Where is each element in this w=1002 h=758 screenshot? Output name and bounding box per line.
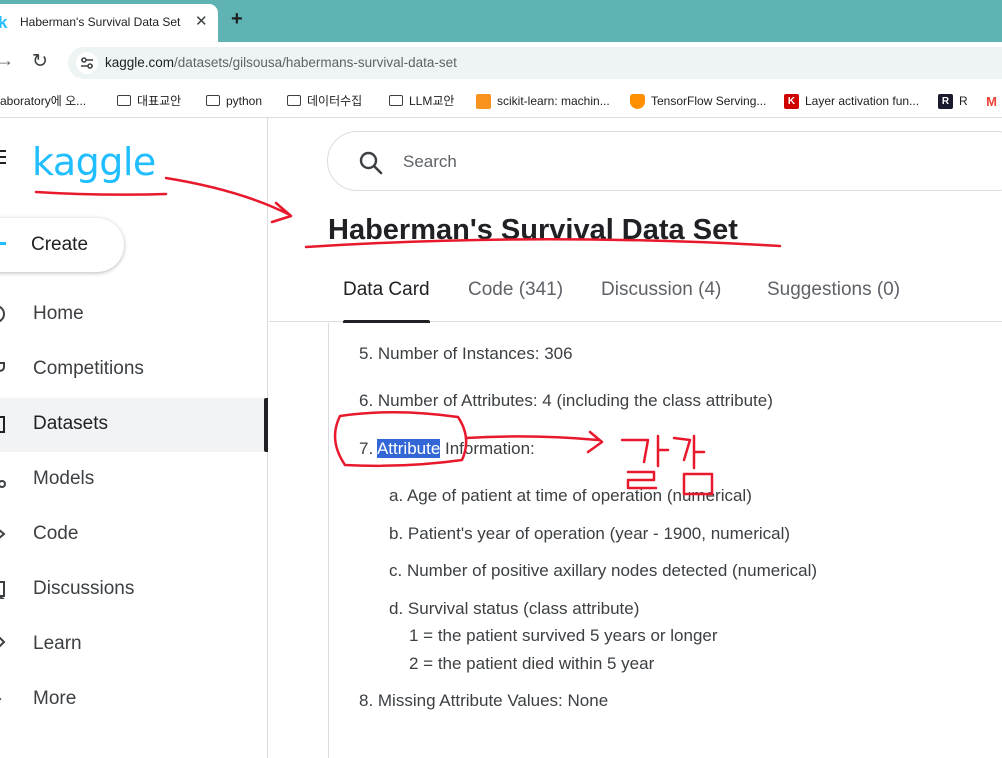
bookmark-tensorflow[interactable]: TensorFlow Serving... xyxy=(630,92,766,110)
sidebar-item-label: Datasets xyxy=(33,413,108,434)
sidebar-item-label: Home xyxy=(33,303,84,324)
bookmark-keras[interactable]: K Layer activation fun... xyxy=(784,92,919,110)
list-item-number: 7. xyxy=(359,439,377,458)
bookmark-label: LLM교안 xyxy=(409,94,455,108)
reload-icon[interactable]: ↻ xyxy=(32,50,48,73)
bookmark-label: Layer activation fun... xyxy=(805,94,920,108)
kaggle-logo[interactable]: kaggle xyxy=(32,140,156,184)
r-icon: R xyxy=(938,94,953,110)
list-item: 5. Number of Instances: 306 xyxy=(359,344,573,363)
site-info-icon[interactable] xyxy=(76,52,98,74)
browser-toolbar: → ↻ kaggle.com/datasets/gilsousa/haberma… xyxy=(0,42,1002,84)
sidebar-item-label: Competitions xyxy=(33,358,144,379)
keras-icon: K xyxy=(784,94,799,110)
sidebar-item-competitions[interactable]: Competitions xyxy=(0,343,268,397)
list-item-text: Information: xyxy=(440,439,535,458)
bookmark-r[interactable]: RR xyxy=(938,92,968,110)
list-item: d. Survival status (class attribute) xyxy=(389,599,640,618)
sidebar-item-label: Learn xyxy=(33,633,82,654)
data-card-content: 5. Number of Instances: 306 6. Number of… xyxy=(328,323,1002,758)
bookmark-label: aboratory에 오... xyxy=(0,94,87,108)
folder-icon xyxy=(206,95,220,107)
bookmark-laboratory[interactable]: aboratory에 오... xyxy=(0,92,86,110)
create-label: Create xyxy=(31,234,89,255)
sidebar-item-code[interactable]: Code xyxy=(0,508,268,562)
search-bar[interactable]: Search xyxy=(327,131,1002,191)
folder-icon xyxy=(117,95,131,107)
bookmark-label: python xyxy=(226,94,263,108)
sidebar-item-learn[interactable]: Learn xyxy=(0,618,268,672)
scikit-learn-icon xyxy=(476,94,491,110)
trophy-icon xyxy=(0,362,5,372)
main-content: Search Haberman's Survival Data Set Data… xyxy=(269,118,1002,758)
search-input[interactable]: Search xyxy=(403,152,457,172)
list-item: a. Age of patient at time of operation (… xyxy=(389,486,752,505)
sidebar-item-more[interactable]: More xyxy=(0,673,268,727)
sidebar-item-datasets[interactable]: Datasets xyxy=(0,398,268,452)
gmail-icon: M xyxy=(984,94,999,110)
table-icon xyxy=(0,416,5,433)
bookmark-folder-2[interactable]: python xyxy=(206,92,262,110)
bookmark-label: scikit-learn: machin... xyxy=(497,94,610,108)
tab-suggestions[interactable]: Suggestions (0) xyxy=(767,279,900,322)
list-item: b. Patient's year of operation (year - 1… xyxy=(389,524,791,543)
bookmark-label: 데이터수집 xyxy=(307,94,363,108)
bookmark-label: TensorFlow Serving... xyxy=(651,94,767,108)
list-item: 1 = the patient survived 5 years or long… xyxy=(409,626,718,645)
menu-icon[interactable] xyxy=(0,150,6,168)
page-title: Haberman's Survival Data Set xyxy=(328,214,738,246)
list-item: 6. Number of Attributes: 4 (including th… xyxy=(359,391,773,410)
create-button[interactable]: Create xyxy=(0,218,124,272)
plus-icon xyxy=(0,242,6,245)
url-path: /datasets/gilsousa/habermans-survival-da… xyxy=(174,55,457,70)
url-host: kaggle.com xyxy=(105,55,175,70)
dataset-tabs: Data Card Code (341) Discussion (4) Sugg… xyxy=(269,266,1002,323)
tab-code[interactable]: Code (341) xyxy=(468,279,563,322)
bookmark-label: 대표교안 xyxy=(137,94,182,108)
screen: k Haberman's Survival Data Set ✕ + → ↻ k… xyxy=(0,0,1002,758)
school-icon xyxy=(0,636,6,648)
tensorflow-icon xyxy=(630,94,645,110)
selected-text[interactable]: Attribute xyxy=(376,439,441,458)
browser-tab-strip: k Haberman's Survival Data Set ✕ + xyxy=(0,0,1002,42)
browser-tab[interactable]: k Haberman's Survival Data Set ✕ xyxy=(0,4,218,42)
kaggle-sidebar: kaggle Create Home Competitions Datasets… xyxy=(0,118,268,758)
tab-data-card[interactable]: Data Card xyxy=(343,279,430,323)
bookmark-scikit-learn[interactable]: scikit-learn: machin... xyxy=(476,92,610,110)
bookmark-label: R xyxy=(959,94,968,108)
url-text[interactable]: kaggle.com/datasets/gilsousa/habermans-s… xyxy=(105,55,457,70)
sidebar-item-label: Discussions xyxy=(33,578,135,599)
list-item: 2 = the patient died within 5 year xyxy=(409,654,655,673)
list-item: 7. Attribute Information: xyxy=(359,439,535,459)
folder-icon xyxy=(389,95,403,107)
bookmark-folder-3[interactable]: 데이터수집 xyxy=(287,92,362,110)
bookmark-folder-1[interactable]: 대표교안 xyxy=(117,92,181,110)
sidebar-item-label: Models xyxy=(33,468,95,489)
new-tab-button[interactable]: + xyxy=(231,8,243,31)
sidebar-item-discussions[interactable]: Discussions xyxy=(0,563,268,617)
sidebar-item-home[interactable]: Home xyxy=(0,288,268,342)
list-item: c. Number of positive axillary nodes det… xyxy=(389,561,818,580)
close-icon[interactable]: ✕ xyxy=(195,12,208,30)
expand-icon xyxy=(0,697,2,701)
sidebar-item-models[interactable]: Models xyxy=(0,453,268,507)
code-icon xyxy=(0,529,6,539)
bookmark-gmail[interactable]: M xyxy=(984,92,1002,110)
sidebar-item-label: Code xyxy=(33,523,79,544)
bookmark-folder-4[interactable]: LLM교안 xyxy=(389,92,454,110)
address-bar[interactable]: kaggle.com/datasets/gilsousa/habermans-s… xyxy=(68,47,1002,79)
list-item: 8. Missing Attribute Values: None xyxy=(359,691,609,710)
tab-title: Haberman's Survival Data Set xyxy=(20,15,181,29)
bookmarks-bar: aboratory에 오... 대표교안 python 데이터수집 LLM교안 … xyxy=(0,84,1002,118)
home-icon xyxy=(0,305,5,323)
folder-icon xyxy=(287,95,301,107)
search-icon xyxy=(359,151,383,175)
sidebar-item-label: More xyxy=(33,688,77,709)
kaggle-favicon-icon: k xyxy=(0,13,8,32)
comment-icon xyxy=(0,581,5,599)
tab-discussion[interactable]: Discussion (4) xyxy=(601,279,721,322)
models-icon xyxy=(0,480,6,488)
forward-arrow-icon[interactable]: → xyxy=(0,50,14,71)
